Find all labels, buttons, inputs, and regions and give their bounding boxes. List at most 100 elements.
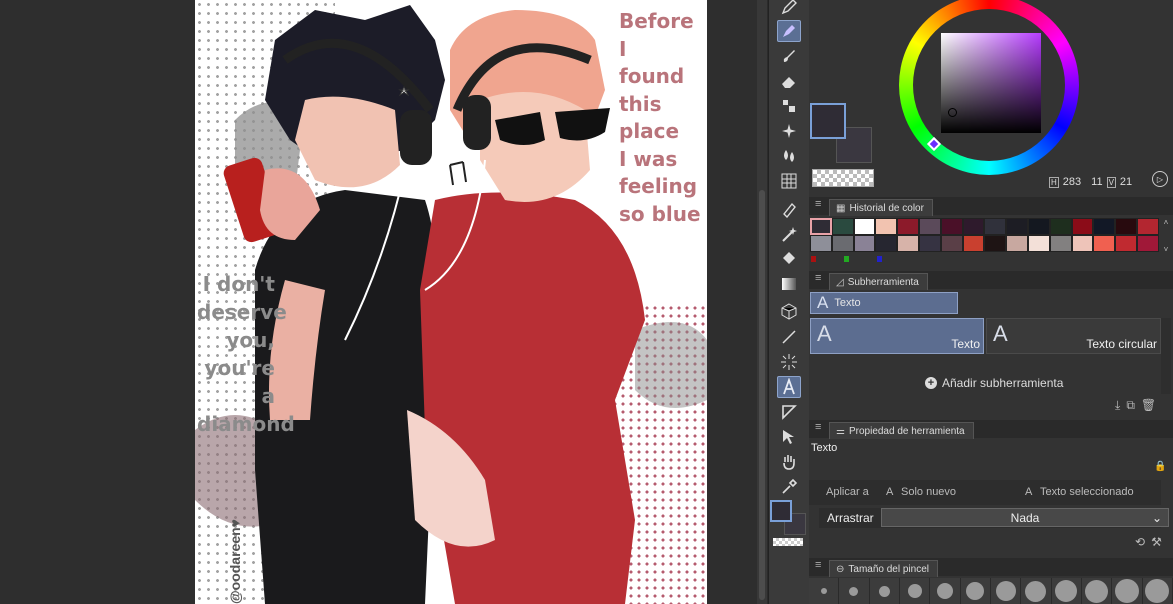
panel-menu-icon[interactable]: ≡ (815, 421, 821, 433)
transparent-color-swatch[interactable] (812, 169, 874, 187)
history-swatch[interactable] (918, 235, 941, 252)
history-recent-swatch[interactable] (877, 256, 882, 262)
history-swatch[interactable] (1006, 218, 1028, 235)
history-swatch[interactable] (1136, 235, 1159, 252)
hand-tool-icon[interactable] (777, 451, 801, 473)
history-swatch[interactable] (853, 235, 876, 252)
main-color-swatch[interactable] (810, 103, 846, 139)
blend-tool-icon[interactable] (777, 145, 801, 167)
history-swatch[interactable] (1093, 218, 1116, 235)
tab-subtool[interactable]: ◿ Subherramienta (829, 273, 928, 290)
brush-size-preset[interactable] (899, 578, 931, 604)
operation-tool-icon[interactable] (777, 426, 801, 448)
subtool-group-text[interactable]: A Texto (810, 292, 958, 314)
tab-tool-property[interactable]: ⚌ Propiedad de herramienta (829, 422, 974, 439)
brush-size-preset[interactable] (869, 578, 900, 604)
history-swatch[interactable] (875, 218, 898, 235)
gradient-tool-icon[interactable] (777, 273, 801, 295)
marker-tool-icon[interactable] (777, 20, 801, 42)
history-swatch[interactable] (810, 235, 832, 252)
brush-size-preset[interactable] (1081, 578, 1113, 604)
history-swatch[interactable] (1006, 235, 1028, 252)
color-history-scroll[interactable]: ˄ ˅ (1161, 218, 1171, 254)
subtool-text[interactable]: A Texto (810, 318, 984, 354)
brush-size-preset[interactable] (839, 578, 870, 604)
history-swatch[interactable] (940, 235, 963, 252)
history-swatch[interactable] (1136, 218, 1159, 235)
history-swatch[interactable] (1027, 218, 1050, 235)
speed-lines-icon[interactable] (777, 351, 801, 373)
tab-brush-size[interactable]: ⊖ Tamaño del pincel (829, 560, 938, 577)
duplicate-icon[interactable]: ⧉ (1126, 398, 1135, 413)
text-tool-icon[interactable] (777, 376, 801, 398)
frame-tool-icon[interactable] (777, 401, 801, 423)
history-swatch[interactable] (831, 218, 854, 235)
sv-marker[interactable] (948, 108, 957, 117)
brush-size-preset[interactable] (809, 578, 840, 604)
history-recent-swatch[interactable] (811, 256, 816, 262)
drag-select[interactable]: Nada ⌄ (881, 508, 1169, 527)
panel-menu-icon[interactable]: ≡ (815, 198, 821, 210)
history-swatch[interactable] (831, 235, 854, 252)
subtool-circular-text[interactable]: A Texto circular (986, 318, 1161, 354)
saturation-value-square[interactable] (941, 33, 1041, 133)
history-swatch[interactable] (962, 218, 985, 235)
history-swatch[interactable] (1093, 235, 1116, 252)
chevron-down-icon[interactable]: ˅ (1164, 245, 1169, 254)
subtool-scrollbar[interactable] (1161, 318, 1171, 394)
import-icon[interactable]: ⤓ (1115, 398, 1120, 413)
canvas-area[interactable]: Before I found this place I was feeling … (0, 0, 767, 604)
decoration-tool-icon[interactable] (777, 95, 801, 117)
wrench-icon[interactable]: ⚒ (1151, 535, 1162, 549)
history-swatch[interactable] (1115, 218, 1137, 235)
only-new-option[interactable]: Solo nuevo (901, 486, 956, 498)
history-swatch[interactable] (940, 218, 963, 235)
add-subtool-button[interactable]: + Añadir subherramienta (925, 376, 1063, 390)
history-swatch[interactable] (1115, 235, 1137, 252)
selected-text-option[interactable]: Texto seleccionado (1040, 486, 1134, 498)
canvas-scrollbar-thumb[interactable] (759, 190, 765, 600)
history-swatch[interactable] (962, 235, 985, 252)
history-swatch[interactable] (1071, 235, 1094, 252)
brush-size-preset[interactable] (1021, 578, 1052, 604)
lock-icon[interactable]: 🔒 (1154, 461, 1166, 472)
canvas-scrollbar[interactable] (757, 0, 767, 604)
3d-object-tool-icon[interactable] (777, 300, 801, 322)
history-swatch[interactable] (875, 235, 898, 252)
brush-size-preset[interactable] (1112, 578, 1143, 604)
history-swatch[interactable] (897, 235, 919, 252)
paint-bucket-icon[interactable] (777, 248, 801, 270)
panel-menu-icon[interactable]: ≡ (815, 559, 821, 571)
history-recent-swatch[interactable] (844, 256, 849, 262)
brush-size-preset[interactable] (960, 578, 991, 604)
brush-size-preset[interactable] (930, 578, 961, 604)
eraser-tool-icon[interactable] (777, 70, 801, 92)
brush-tool-icon[interactable] (777, 45, 801, 67)
history-swatch[interactable] (1049, 235, 1072, 252)
trash-icon[interactable]: 🗑 (1141, 398, 1156, 413)
history-swatch[interactable] (810, 218, 832, 235)
magic-wand-icon[interactable] (777, 223, 801, 245)
line-tool-icon[interactable] (777, 326, 801, 348)
reset-icon[interactable]: ⟲ (1135, 535, 1145, 549)
history-swatch[interactable] (984, 218, 1007, 235)
history-swatch[interactable] (1027, 235, 1050, 252)
history-swatch[interactable] (853, 218, 876, 235)
brush-size-preset[interactable] (1142, 578, 1173, 604)
tab-color-history[interactable]: ▦ Historial de color (829, 199, 933, 216)
brush-size-preset[interactable] (1051, 578, 1082, 604)
fill-tool-icon[interactable] (777, 198, 801, 220)
brush-size-preset[interactable] (990, 578, 1022, 604)
history-swatch[interactable] (1071, 218, 1094, 235)
history-swatch[interactable] (1049, 218, 1072, 235)
wheel-mode-toggle-icon[interactable]: ▷ (1152, 171, 1168, 187)
history-swatch[interactable] (984, 235, 1007, 252)
toolbar-main-color[interactable] (770, 500, 792, 522)
chevron-up-icon[interactable]: ˄ (1164, 218, 1169, 227)
toolbar-transparent-color[interactable] (773, 538, 803, 546)
artwork-canvas[interactable]: Before I found this place I was feeling … (195, 0, 707, 604)
grid-tool-icon[interactable] (777, 170, 801, 192)
tool-property-scroll[interactable] (1161, 480, 1171, 530)
panel-menu-icon[interactable]: ≡ (815, 272, 821, 284)
history-swatch[interactable] (918, 218, 941, 235)
